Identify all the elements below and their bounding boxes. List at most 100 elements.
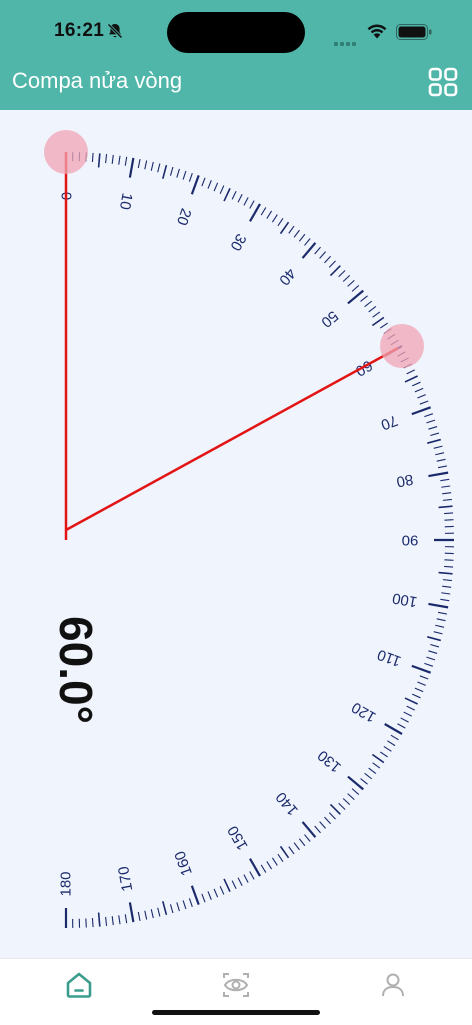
- tick-105: [427, 637, 441, 641]
- tick-100: [428, 604, 448, 607]
- tick-8: [119, 156, 120, 165]
- tick-160: [192, 886, 199, 905]
- tick-99: [440, 599, 449, 600]
- user-icon[interactable]: [379, 971, 407, 999]
- tick-20: [192, 175, 199, 194]
- tick-75: [427, 440, 441, 444]
- tick-108: [426, 657, 435, 660]
- tick-166: [158, 908, 160, 917]
- tick-156: [220, 886, 224, 894]
- tick-45: [330, 266, 340, 276]
- tick-167: [151, 909, 153, 918]
- tick-label-130: 130: [314, 747, 344, 776]
- tick-label-140: 140: [273, 788, 302, 818]
- tick-104: [434, 632, 443, 634]
- tick-115: [405, 698, 418, 704]
- tick-label-150: 150: [224, 823, 251, 853]
- tick-151: [250, 871, 254, 879]
- tick-150: [250, 859, 260, 876]
- tick-163: [177, 902, 180, 911]
- protractor[interactable]: 0102030405060708090100110120130140150160…: [0, 110, 472, 958]
- page-title: Compa nửa vòng: [12, 68, 182, 94]
- tick-39: [305, 238, 311, 245]
- tick-173: [112, 916, 113, 925]
- protractor-canvas[interactable]: 0102030405060708090100110120130140150160…: [0, 110, 472, 958]
- tick-121: [391, 735, 399, 740]
- tick-52: [365, 301, 372, 307]
- tick-123: [384, 746, 392, 751]
- tick-6: [106, 154, 107, 163]
- tick-21: [202, 178, 205, 186]
- tick-19: [189, 173, 192, 182]
- tick-25: [224, 188, 230, 201]
- tick-5: [99, 153, 100, 167]
- tick-124: [380, 752, 387, 757]
- tick-134: [339, 803, 345, 809]
- tick-73: [428, 427, 437, 430]
- tick-145: [281, 846, 289, 857]
- tick-label-180: 180: [58, 871, 75, 896]
- tick-164: [170, 904, 172, 913]
- tick-18: [183, 171, 186, 180]
- tick-44: [329, 261, 335, 267]
- tick-labels: 0102030405060708090100110120130140150160…: [58, 192, 419, 897]
- tick-126: [373, 763, 380, 768]
- signal-icon: [334, 33, 358, 51]
- tick-42: [320, 252, 326, 259]
- tick-116: [407, 706, 415, 710]
- tick-94: [444, 566, 453, 567]
- fixed-arm-handle[interactable]: [44, 130, 88, 174]
- tick-label-30: 30: [226, 231, 249, 254]
- angle-readout: 60.0°: [49, 616, 103, 724]
- tick-128: [365, 773, 372, 779]
- moving-arm-handle[interactable]: [380, 324, 424, 368]
- tick-56: [380, 323, 387, 328]
- tick-9: [125, 157, 126, 166]
- tick-142: [299, 839, 305, 846]
- tick-82: [441, 486, 450, 487]
- tick-86: [444, 513, 453, 514]
- dynamic-island: [167, 12, 305, 53]
- tick-101: [438, 612, 447, 614]
- tick-161: [189, 898, 192, 907]
- tick-149: [261, 865, 266, 873]
- tick-127: [369, 768, 376, 773]
- tick-157: [214, 889, 218, 897]
- tick-158: [208, 891, 211, 899]
- eye-scan-icon[interactable]: [222, 971, 250, 999]
- tick-65: [405, 376, 418, 382]
- tick-147: [272, 858, 277, 866]
- app-header: 16:21 Compa nửa vòng: [0, 0, 472, 110]
- tick-label-170: 170: [115, 865, 136, 893]
- tick-label-10: 10: [116, 192, 136, 211]
- tick-119: [397, 724, 405, 728]
- tick-176: [92, 918, 93, 927]
- tick-label-70: 70: [379, 412, 400, 434]
- tick-29: [250, 201, 254, 209]
- tick-13: [151, 162, 153, 171]
- tick-27: [238, 194, 242, 202]
- tick-51: [361, 296, 368, 302]
- tick-70: [412, 407, 431, 414]
- tick-122: [387, 741, 395, 746]
- tick-31: [261, 207, 266, 215]
- home-icon[interactable]: [65, 971, 93, 999]
- tick-106: [430, 644, 439, 646]
- tick-159: [202, 894, 205, 902]
- status-bar: 16:21: [0, 0, 472, 62]
- tick-53: [369, 306, 376, 311]
- tick-83: [442, 493, 451, 494]
- tick-85: [439, 506, 453, 507]
- tick-168: [145, 911, 147, 920]
- tick-133: [343, 798, 350, 804]
- tick-24: [220, 186, 224, 194]
- tick-144: [289, 847, 294, 854]
- tick-120: [385, 724, 402, 734]
- tick-136: [329, 813, 335, 819]
- grid-icon[interactable]: [428, 67, 458, 97]
- bell-slash-icon: [106, 22, 124, 40]
- tick-label-100: 100: [391, 589, 419, 610]
- tick-12: [145, 160, 147, 169]
- tick-97: [442, 586, 451, 587]
- tick-114: [412, 694, 420, 698]
